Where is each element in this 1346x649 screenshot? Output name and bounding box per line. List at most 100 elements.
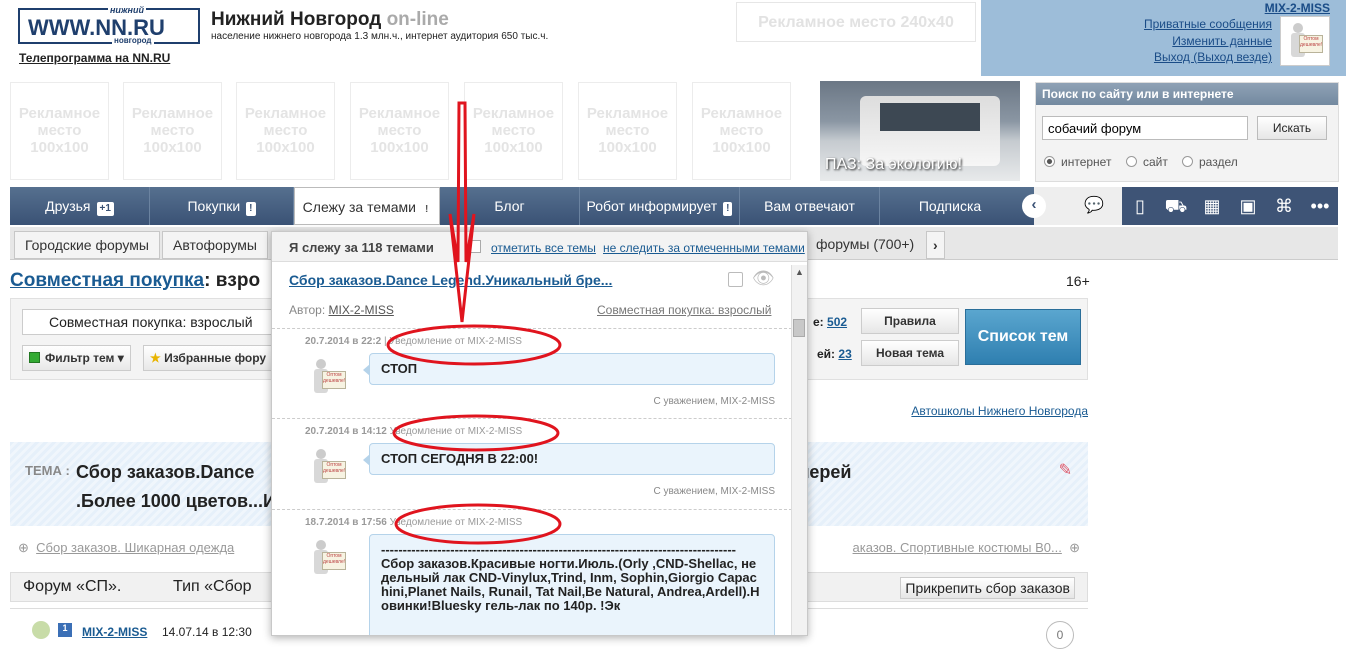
ad-banner-100[interactable]: Рекламное место 100x100 xyxy=(350,82,449,180)
logout-link[interactable]: Выход (Выход везде) xyxy=(1154,50,1272,64)
tab-badge: +1 xyxy=(96,202,114,216)
popup-scrollbar[interactable]: ▲ xyxy=(791,265,807,635)
forum-category-link[interactable]: Совместная покупка xyxy=(10,270,204,291)
author-link[interactable]: MIX-2-MISS xyxy=(329,303,394,317)
tab-forums-count[interactable]: форумы (700+) xyxy=(806,231,925,259)
post-number-badge: 1 xyxy=(58,623,72,637)
stat-value[interactable]: 23 xyxy=(838,347,851,361)
age-rating: 16+ xyxy=(1066,273,1090,289)
unfollow-link[interactable]: не следить за отмеченными темами xyxy=(603,241,805,255)
notification-date: 20.7.2014 в 14:12 xyxy=(305,426,387,437)
post-rating-count[interactable]: 0 xyxy=(1046,621,1074,649)
tab-watched-topics[interactable]: Слежу за темами! xyxy=(294,187,440,225)
notification-meta: 20.7.2014 в 14:12 Уведомление от MIX-2-M… xyxy=(305,426,522,437)
avatar[interactable]: Оптом дешевле! xyxy=(304,353,354,403)
tab-label: Подписка xyxy=(918,198,982,214)
stat-label: е: xyxy=(813,315,824,329)
radio-site[interactable]: сайт xyxy=(1126,155,1168,169)
favorite-forums-button[interactable]: ★ Избранные фору xyxy=(143,345,273,371)
username-link[interactable]: MIX-2-MISS xyxy=(1265,1,1330,15)
avatar[interactable]: Оптом дешевле! xyxy=(304,534,354,584)
topics-list-button[interactable]: Список тем xyxy=(965,309,1081,365)
tab-auto-forums[interactable]: Автофорумы xyxy=(162,231,268,259)
prev-topic-link[interactable]: ⊕ Сбор заказов. Шикарная одежда xyxy=(18,540,234,556)
topic-title-part: Сбор заказов.Dance xyxy=(76,462,255,482)
main-nav: Друзья +1 Покупки! Слежу за темами! Блог … xyxy=(10,187,1338,225)
tab-label: Блог xyxy=(494,198,525,214)
notification-item: 20.7.2014 в 22:2 | Уведомление от MIX-2-… xyxy=(272,328,792,418)
tab-replies[interactable]: Вам отвечают xyxy=(740,187,880,225)
private-messages-link[interactable]: Приватные сообщения xyxy=(1144,17,1272,31)
ad-banner-100[interactable]: Рекламное место 100x100 xyxy=(10,82,109,180)
avatar[interactable]: Оптом дешевле! xyxy=(1280,16,1330,66)
bus-window xyxy=(880,103,980,131)
tab-subscription[interactable]: Подписка xyxy=(880,187,1020,225)
tab-blog[interactable]: Блог xyxy=(440,187,580,225)
ad-banner-100[interactable]: Рекламное место 100x100 xyxy=(236,82,335,180)
tv-program-link[interactable]: Телепрограмма на NN.RU xyxy=(19,51,170,65)
tab-robot[interactable]: Робот информирует! xyxy=(580,187,740,225)
notification-item: 18.7.2014 в 17:56 Уведомление от MIX-2-M… xyxy=(272,509,792,635)
tab-badge: ! xyxy=(424,204,429,215)
edit-icon[interactable]: ✎ xyxy=(1059,460,1072,480)
tab-friends[interactable]: Друзья +1 xyxy=(10,187,150,225)
ad-banner-240[interactable]: Рекламное место 240x40 xyxy=(736,2,976,42)
tab-purchases[interactable]: Покупки! xyxy=(150,187,294,225)
avatar-sign: Оптом дешевле! xyxy=(1299,35,1323,53)
tab-label: Друзья xyxy=(45,198,91,214)
more-icon[interactable]: ••• xyxy=(1302,187,1338,225)
hide-eye-icon[interactable]: 👁 xyxy=(752,268,775,289)
post-author-link[interactable]: MIX-2-MISS xyxy=(82,625,147,639)
chevron-right-icon[interactable]: › xyxy=(926,231,945,259)
scroll-up-icon[interactable]: ▲ xyxy=(795,267,804,277)
ad-banner-100[interactable]: Рекламное место 100x100 xyxy=(464,82,563,180)
logo-bottom-text: новгород xyxy=(112,36,154,45)
briefcase-icon[interactable]: ▣ xyxy=(1230,187,1266,225)
new-topic-button[interactable]: Новая тема xyxy=(861,340,959,366)
chevron-left-icon[interactable]: ‹ xyxy=(1022,194,1046,218)
select-all-checkbox[interactable] xyxy=(468,240,481,253)
search-button[interactable]: Искать xyxy=(1257,116,1327,140)
next-topic-label: аказов. Спортивные костюмы В0... xyxy=(852,540,1062,555)
pin-order-button[interactable]: Прикрепить сбор заказов xyxy=(900,577,1075,599)
mark-all-link[interactable]: отметить все темы xyxy=(491,241,596,255)
ad-banner-100[interactable]: Рекламное место 100x100 xyxy=(123,82,222,180)
tab-city-forums[interactable]: Городские форумы xyxy=(14,231,160,259)
radio-internet[interactable]: интернет xyxy=(1044,155,1111,169)
topic-checkbox[interactable] xyxy=(728,272,743,287)
next-arrow-icon: ⊕ xyxy=(1069,540,1080,555)
rules-button[interactable]: Правила xyxy=(861,308,959,334)
prev-arrow-icon: ⊕ xyxy=(18,540,29,555)
stat-label: ей: xyxy=(817,347,836,361)
post-date: 14.07.14 в 12:30 xyxy=(162,625,252,639)
topic-forum-link[interactable]: Совместная покупка: взрослый xyxy=(597,303,771,317)
driving-schools-link[interactable]: Автошколы Нижнего Новгорода xyxy=(911,404,1088,418)
avatar[interactable]: Оптом дешевле! xyxy=(304,443,354,493)
watched-topic-link[interactable]: Сбор заказов.Dance Legend.Уникальный бре… xyxy=(289,272,612,288)
next-topic-link[interactable]: аказов. Спортивные костюмы В0... ⊕ xyxy=(853,540,1080,556)
edit-profile-link[interactable]: Изменить данные xyxy=(1172,34,1272,48)
chat-icon[interactable]: 💬 xyxy=(1076,187,1112,225)
document-icon[interactable]: ▯ xyxy=(1122,187,1158,225)
tab-label: Покупки xyxy=(187,198,241,214)
online-label: on-line xyxy=(386,9,449,30)
notification-item: 20.7.2014 в 14:12 Уведомление от MIX-2-M… xyxy=(272,418,792,508)
building-icon[interactable]: ▦ xyxy=(1194,187,1230,225)
notification-text: СТОП xyxy=(363,353,775,385)
stat-value[interactable]: 502 xyxy=(827,315,847,329)
prev-topic-label: Сбор заказов. Шикарная одежда xyxy=(36,540,235,555)
forum-select[interactable]: Совместная покупка: взрослый xyxy=(22,309,272,335)
radio-internet-label: интернет xyxy=(1061,155,1112,169)
tag-icon[interactable]: ⌘ xyxy=(1266,187,1302,225)
news-photo[interactable]: ПАЗ: За экологию! xyxy=(820,81,1020,181)
site-logo[interactable]: нижний WWW.NN.RU новгород xyxy=(18,5,200,45)
filter-topics-button[interactable]: Фильтр тем ▾ xyxy=(22,345,131,371)
scrollbar-thumb[interactable] xyxy=(793,319,805,337)
ad-banner-100[interactable]: Рекламное место 100x100 xyxy=(578,82,677,180)
ad-banner-100[interactable]: Рекламное место 100x100 xyxy=(692,82,791,180)
car-icon[interactable]: ⛟ xyxy=(1158,187,1194,225)
radio-section-label: раздел xyxy=(1199,155,1238,169)
stat-posts: ей: 23 xyxy=(817,347,852,361)
search-input[interactable] xyxy=(1042,116,1248,140)
radio-section[interactable]: раздел xyxy=(1182,155,1238,169)
